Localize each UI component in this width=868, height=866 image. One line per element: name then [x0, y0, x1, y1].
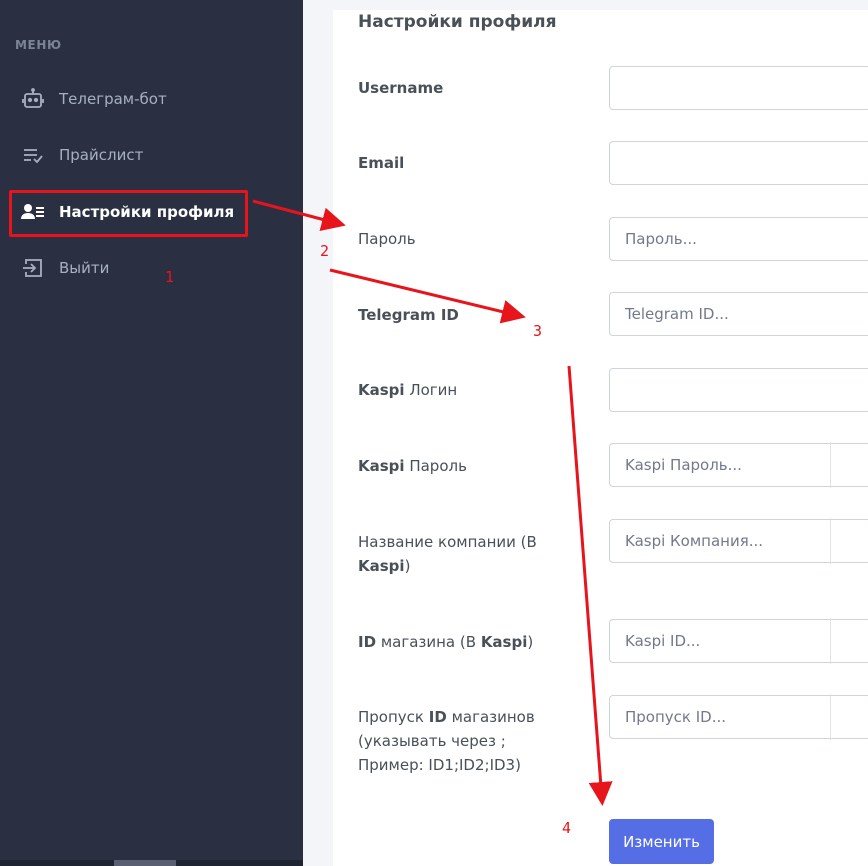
email-field[interactable] [609, 141, 868, 185]
store-id-label-strong: ID [358, 633, 377, 651]
annotation-number-4: 4 [562, 819, 572, 837]
page-title: Настройки профиля [358, 12, 557, 32]
sidebar-item-label: Выйти [59, 259, 110, 277]
telegram-id-field[interactable] [609, 292, 868, 336]
kaspi-login-field[interactable] [609, 368, 868, 412]
store-id-label-post: ) [527, 633, 534, 651]
kaspi-password-label-strong: Kaspi [358, 457, 405, 475]
skip-ids-label: Пропуск ID магазинов (указывать через ; … [358, 705, 573, 777]
kaspi-login-label-strong: Kaspi [358, 381, 405, 399]
kaspi-login-label-rest: Логин [404, 381, 458, 399]
sidebar-item-pricelist[interactable]: Прайслист [20, 140, 143, 170]
username-label: Username [358, 79, 444, 97]
content-gutter [303, 0, 333, 866]
field-divider [830, 618, 831, 664]
store-id-label-strong-kaspi: Kaspi [480, 633, 528, 651]
logout-icon [20, 257, 46, 279]
company-name-label-strong: Kaspi [358, 557, 405, 575]
email-label: Email [358, 154, 405, 172]
annotation-number-2: 2 [320, 242, 330, 260]
sidebar-item-logout[interactable]: Выйти [20, 253, 109, 283]
password-field[interactable] [609, 217, 868, 261]
store-id-label: ID магазина (В Kaspi) [358, 630, 573, 654]
sidebar: МЕНЮ Телеграм-бот Прайслист Настройки пр… [0, 0, 303, 866]
submit-button[interactable]: Изменить [609, 819, 714, 864]
scrollbar-thumb[interactable] [114, 860, 176, 866]
sidebar-item-label: Телеграм-бот [59, 90, 167, 108]
sidebar-item-telegram-bot[interactable]: Телеграм-бот [20, 84, 167, 114]
annotation-number-1: 1 [165, 268, 175, 286]
company-name-label: Название компании (В Kaspi) [358, 530, 573, 578]
kaspi-password-label: Kaspi Пароль [358, 454, 573, 478]
field-divider [830, 518, 831, 564]
kaspi-login-label: Kaspi Логин [358, 378, 573, 402]
kaspi-password-label-rest: Пароль [404, 457, 467, 475]
field-divider [830, 442, 831, 488]
menu-title: МЕНЮ [15, 38, 62, 52]
store-id-label-mid: магазина (В [376, 633, 481, 651]
username-field[interactable] [609, 66, 868, 110]
robot-icon [20, 88, 46, 110]
annotation-highlight-box [9, 190, 248, 237]
annotation-number-3: 3 [533, 322, 543, 340]
company-name-label-post: ) [404, 557, 411, 575]
password-label: Пароль [358, 230, 416, 248]
company-name-label-pre: Название компании (В [358, 533, 537, 551]
skip-ids-label-strong: ID [428, 708, 447, 726]
sidebar-item-label: Прайслист [59, 146, 144, 164]
skip-ids-label-pre: Пропуск [358, 708, 429, 726]
list-check-icon [20, 144, 46, 166]
field-divider [830, 694, 831, 740]
